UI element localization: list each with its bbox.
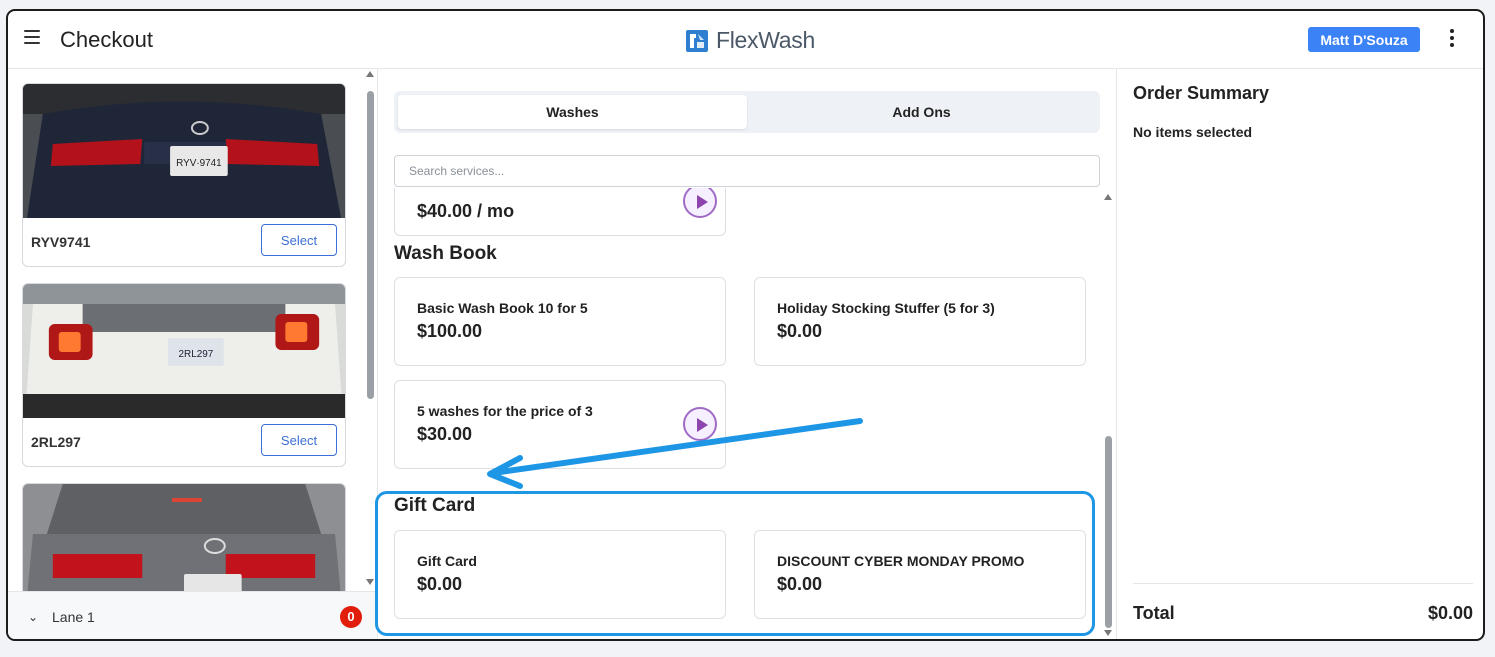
service-price: $100.00 (417, 321, 483, 341)
lane-label: Lane 1 (52, 609, 95, 625)
service-tabs: Washes Add Ons (394, 91, 1100, 133)
service-list: $40.00 / mo Wash Book Basic Wash Book 10… (378, 188, 1116, 639)
order-empty-message: No items selected (1133, 124, 1253, 140)
services-panel: Washes Add Ons $40.00 / mo Wash Book Bas… (378, 69, 1116, 639)
svg-text:RYV·9741: RYV·9741 (176, 158, 222, 169)
service-card[interactable]: Gift Card $0.00 (394, 530, 726, 619)
page-title: Checkout (60, 27, 153, 52)
tab-add-ons[interactable]: Add Ons (747, 95, 1096, 129)
search-services-input[interactable] (394, 155, 1100, 187)
vehicle-card[interactable]: RYV·9741 RYV9741 Select (22, 83, 346, 267)
total-value: $0.00 (1427, 603, 1473, 623)
scroll-up-icon[interactable] (1104, 194, 1112, 200)
brand-logo: FlexWash (686, 27, 815, 54)
service-card[interactable]: DISCOUNT CYBER MONDAY PROMO $0.00 (754, 530, 1086, 619)
service-price: $30.00 (417, 424, 473, 444)
svg-text:2RL297: 2RL297 (179, 349, 214, 360)
lane-count-badge: 0 (340, 606, 362, 628)
scrollbar-thumb[interactable] (367, 91, 374, 399)
service-name: Holiday Stocking Stuffer (5 for 3) (777, 300, 995, 316)
tab-washes[interactable]: Washes (398, 95, 747, 129)
service-name: Basic Wash Book 10 for 5 (417, 300, 588, 316)
user-account-button[interactable]: Matt D'Souza (1308, 27, 1420, 52)
scroll-down-icon[interactable] (366, 579, 374, 585)
vehicle-queue-panel: RYV·9741 RYV9741 Select 2RL297 2RL297 Se… (8, 69, 378, 639)
section-title-gift-card: Gift Card (394, 495, 476, 516)
service-price: $0.00 (777, 321, 823, 341)
vehicle-card[interactable]: 2RL297 2RL297 Select (22, 283, 346, 467)
chevron-down-icon[interactable]: ⌄ (28, 610, 38, 624)
scroll-up-icon[interactable] (366, 71, 374, 77)
service-name: Gift Card (417, 553, 477, 569)
app-window: Checkout FlexWash Matt D'Souza RYV·9741 … (6, 9, 1485, 641)
total-divider (1133, 583, 1473, 584)
play-icon[interactable] (683, 407, 717, 441)
flexwash-logo-icon (686, 29, 708, 52)
service-price: $40.00 / mo (417, 201, 515, 221)
section-title-wash-book: Wash Book (394, 243, 497, 264)
vehicle-plate: RYV9741 (31, 234, 91, 250)
more-options-icon[interactable] (1444, 29, 1460, 51)
service-card[interactable]: Holiday Stocking Stuffer (5 for 3) $0.00 (754, 277, 1086, 366)
service-card[interactable]: Basic Wash Book 10 for 5 $100.00 (394, 277, 726, 366)
brand-name: FlexWash (716, 27, 815, 53)
select-vehicle-button[interactable]: Select (261, 424, 337, 456)
service-card[interactable]: $40.00 / mo (394, 188, 726, 236)
service-card[interactable]: 5 washes for the price of 3 $30.00 (394, 380, 726, 469)
scroll-down-icon[interactable] (1104, 630, 1112, 636)
play-icon[interactable] (683, 188, 717, 218)
top-bar: Checkout FlexWash Matt D'Souza (8, 11, 1483, 69)
hamburger-menu-icon[interactable] (24, 30, 40, 46)
lane-selector[interactable]: ⌄ Lane 1 0 (8, 591, 376, 639)
select-vehicle-button[interactable]: Select (261, 224, 337, 256)
vehicle-photo: RYV·9741 (23, 84, 345, 218)
service-name: 5 washes for the price of 3 (417, 403, 593, 419)
service-name: DISCOUNT CYBER MONDAY PROMO (777, 553, 1025, 569)
service-price: $0.00 (417, 574, 463, 594)
service-price: $0.00 (777, 574, 823, 594)
order-summary-title: Order Summary (1133, 83, 1270, 103)
vehicle-photo: 2RL297 (23, 284, 345, 418)
total-label: Total (1133, 603, 1175, 623)
vehicle-plate: 2RL297 (31, 434, 81, 450)
service-list-scrollbar[interactable] (1100, 188, 1116, 639)
order-summary-panel: Order Summary No items selected Total $0… (1116, 69, 1483, 639)
scrollbar-thumb[interactable] (1105, 436, 1112, 628)
vehicle-list-scrollbar[interactable] (364, 69, 376, 589)
